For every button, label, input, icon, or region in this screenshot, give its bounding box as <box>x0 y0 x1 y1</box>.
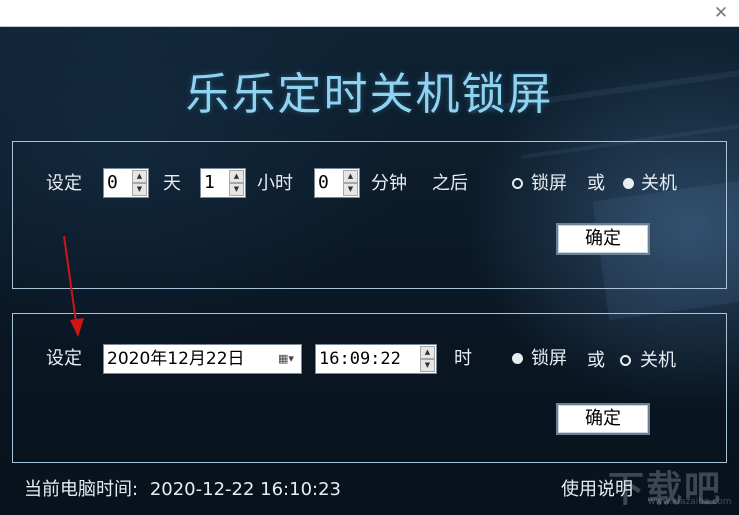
schedule-lock-radio[interactable] <box>512 353 523 364</box>
schedule-confirm-button[interactable]: 确定 <box>556 403 650 435</box>
days-down-icon[interactable]: ▼ <box>132 183 147 196</box>
countdown-panel <box>12 141 727 289</box>
schedule-panel <box>12 313 727 463</box>
minutes-down-icon[interactable]: ▼ <box>343 183 358 196</box>
hours-spinner[interactable]: 1 ▲ ▼ <box>200 168 246 198</box>
after-label: 之后 <box>432 173 468 194</box>
countdown-set-label: 设定 <box>46 173 82 194</box>
current-time-status: 当前电脑时间: 2020-12-22 16:10:23 <box>24 478 341 502</box>
countdown-confirm-button[interactable]: 确定 <box>556 223 650 255</box>
minutes-spinner[interactable]: 0 ▲ ▼ <box>314 168 360 198</box>
days-value[interactable]: 0 <box>107 172 118 194</box>
hours-up-icon[interactable]: ▲ <box>229 170 244 183</box>
title-bar: ✕ <box>0 0 739 27</box>
watermark-url: www.xiazaiba.com <box>648 497 732 507</box>
schedule-set-label: 设定 <box>46 348 82 369</box>
time-spinner[interactable]: 16:09:22 ▲ ▼ <box>315 344 437 374</box>
minutes-value[interactable]: 0 <box>318 172 329 194</box>
days-spinner[interactable]: 0 ▲ ▼ <box>103 168 149 198</box>
date-picker[interactable]: 2020年12月22日 ▦▾ <box>103 344 302 374</box>
calendar-dropdown-icon[interactable]: ▦▾ <box>276 351 296 367</box>
countdown-lock-radio[interactable] <box>512 178 523 189</box>
time-up-icon[interactable]: ▲ <box>420 346 435 359</box>
date-value[interactable]: 2020年12月22日 <box>107 348 245 370</box>
hours-unit-label: 小时 <box>257 173 293 194</box>
countdown-lock-label[interactable]: 锁屏 <box>531 172 567 196</box>
close-icon: ✕ <box>713 3 729 23</box>
minutes-unit-label: 分钟 <box>371 173 407 194</box>
close-button[interactable]: ✕ <box>711 3 731 23</box>
app-title: 乐乐定时关机锁屏 <box>185 69 554 120</box>
current-time-value: 2020-12-22 16:10:23 <box>149 479 341 500</box>
hours-value[interactable]: 1 <box>204 172 215 194</box>
current-time-label: 当前电脑时间: <box>24 479 139 500</box>
time-down-icon[interactable]: ▼ <box>420 359 435 372</box>
countdown-or-label: 或 <box>587 173 605 194</box>
hours-down-icon[interactable]: ▼ <box>229 183 244 196</box>
schedule-shutdown-label[interactable]: 关机 <box>640 349 676 373</box>
minutes-up-icon[interactable]: ▲ <box>343 170 358 183</box>
days-unit-label: 天 <box>163 173 181 194</box>
time-value[interactable]: 16:09:22 <box>319 348 401 370</box>
days-up-icon[interactable]: ▲ <box>132 170 147 183</box>
schedule-shutdown-radio[interactable] <box>620 355 631 366</box>
countdown-shutdown-radio[interactable] <box>623 178 634 189</box>
schedule-lock-label[interactable]: 锁屏 <box>531 347 567 371</box>
schedule-or-label: 或 <box>587 350 605 371</box>
countdown-shutdown-label[interactable]: 关机 <box>641 172 677 196</box>
time-unit-label: 时 <box>454 348 472 369</box>
